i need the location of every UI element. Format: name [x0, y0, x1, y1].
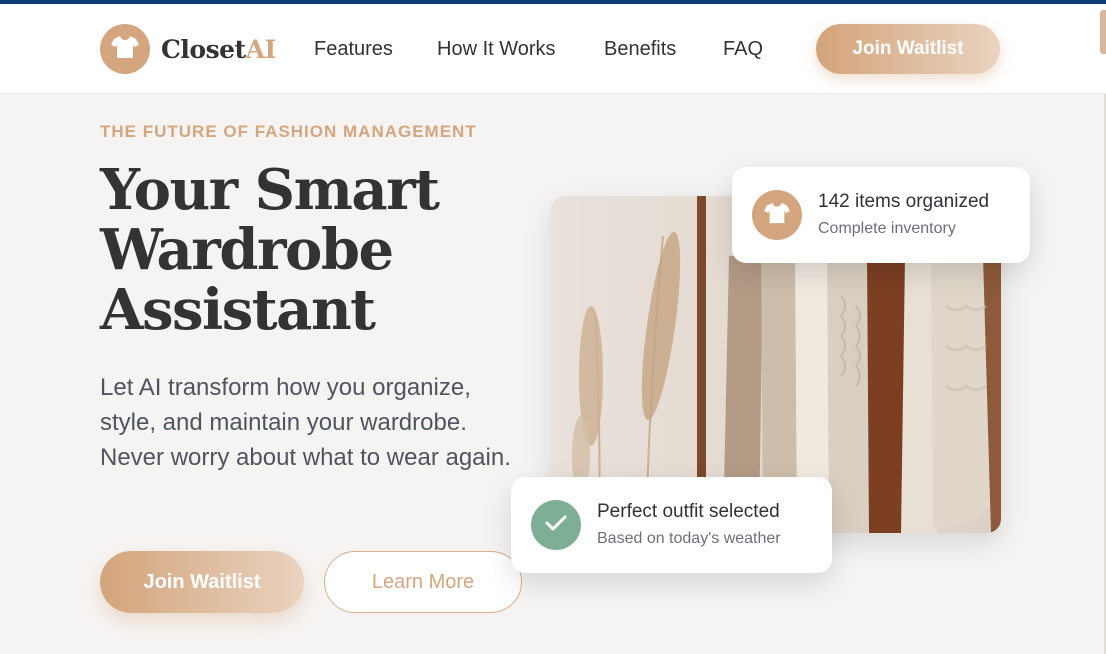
hero-eyebrow: THE FUTURE OF FASHION MANAGEMENT — [100, 122, 477, 141]
nav-join-waitlist-button[interactable]: Join Waitlist — [816, 24, 1000, 74]
logo-name-accent: AI — [245, 35, 277, 64]
shirt-icon — [111, 35, 139, 64]
hero-title: Your Smart Wardrobe Assistant — [100, 160, 520, 340]
nav-link-benefits[interactable]: Benefits — [604, 38, 676, 61]
inventory-icon-badge — [752, 190, 802, 240]
hero-title-line: Assistant — [100, 277, 376, 343]
logo-wordmark[interactable]: ClosetAI — [161, 35, 276, 64]
hero-title-line: Your Smart — [100, 157, 440, 223]
outfit-status-card: Perfect outfit selected Based on today's… — [511, 477, 832, 573]
inventory-card-title: 142 items organized — [818, 191, 990, 212]
hero-learn-more-button[interactable]: Learn More — [324, 551, 522, 613]
logo-badge[interactable] — [100, 24, 150, 74]
nav-link-features[interactable]: Features — [314, 38, 393, 61]
check-icon — [545, 514, 567, 537]
inventory-card-caption: Complete inventory — [818, 220, 956, 237]
outfit-icon-badge — [531, 500, 581, 550]
hero-join-waitlist-button[interactable]: Join Waitlist — [100, 551, 304, 613]
scrollbar-thumb[interactable] — [1100, 10, 1106, 54]
hero-title-line: Wardrobe — [100, 217, 394, 283]
logo-name-main: Closet — [161, 35, 246, 64]
top-navbar: ClosetAI Features How It Works Benefits … — [0, 4, 1106, 94]
outfit-card-caption: Based on today's weather — [597, 530, 781, 547]
outfit-card-title: Perfect outfit selected — [597, 501, 780, 522]
hero-subtitle: Let AI transform how you organize, style… — [100, 374, 511, 471]
nav-link-faq[interactable]: FAQ — [723, 38, 763, 61]
shirt-icon — [764, 202, 790, 229]
nav-link-how-it-works[interactable]: How It Works — [437, 38, 556, 61]
inventory-stat-card: 142 items organized Complete inventory — [732, 167, 1030, 263]
